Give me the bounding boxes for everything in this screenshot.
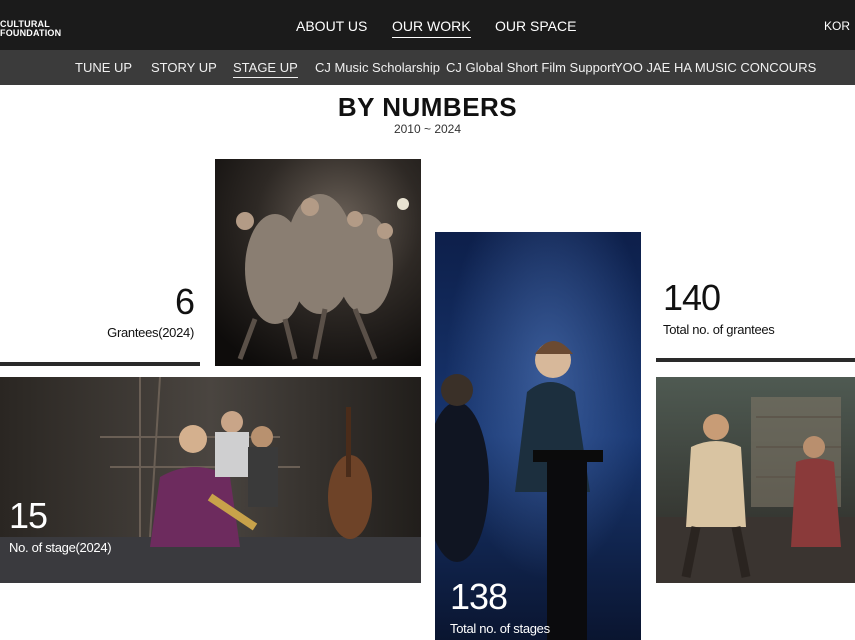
section-title: BY NUMBERS xyxy=(337,92,518,122)
stat-stages-2024-value: 15 xyxy=(9,495,48,536)
stat-grantees-2024-value: 6 xyxy=(174,281,195,322)
subnav-cj-music-scholarship[interactable]: CJ Music Scholarship xyxy=(315,60,440,75)
stat-grantees-2024: 6 Grantees(2024) xyxy=(0,281,195,341)
nav-our-work[interactable]: OUR WORK xyxy=(392,18,471,38)
stat-total-stages-label: Total no. of stages xyxy=(450,621,550,636)
stat-total-stages-value: 138 xyxy=(450,576,508,617)
stat-total-grantees: 140 Total no. of grantees xyxy=(663,277,775,338)
stat-divider-right xyxy=(656,358,855,362)
stat-total-grantees-value: 140 xyxy=(663,277,721,318)
cultural-foundation-logo[interactable]: CULTURAL FOUNDATION xyxy=(0,20,61,38)
stat-total-stages: 138 Total no. of stages xyxy=(450,576,550,637)
subnav-story-up[interactable]: STORY UP xyxy=(151,60,217,75)
top-navigation-bar: CULTURAL FOUNDATION ABOUT US OUR WORK OU… xyxy=(0,0,855,50)
subnav-yoo-jae-ha-music-concours[interactable]: YOO JAE HA MUSIC CONCOURS xyxy=(614,60,816,75)
stat-stages-2024: 15 No. of stage(2024) xyxy=(9,495,112,556)
stat-stages-2024-label: No. of stage(2024) xyxy=(9,540,112,555)
subnav-tune-up[interactable]: TUNE UP xyxy=(75,60,132,75)
subnav-cj-global-short-film-support[interactable]: CJ Global Short Film Support xyxy=(446,60,615,75)
stat-divider-left xyxy=(0,362,200,366)
logo-line-2: FOUNDATION xyxy=(0,28,62,38)
stat-grantees-2024-label: Grantees(2024) xyxy=(107,325,194,340)
language-toggle[interactable]: KOR xyxy=(824,19,850,33)
nav-our-space[interactable]: OUR SPACE xyxy=(495,18,576,34)
photo-theater-scene xyxy=(656,377,855,583)
stat-total-grantees-label: Total no. of grantees xyxy=(663,322,775,337)
sub-navigation-bar: TUNE UP STORY UP STAGE UP CJ Music Schol… xyxy=(0,50,855,85)
nav-about-us[interactable]: ABOUT US xyxy=(296,18,367,34)
photo-dance-ensemble xyxy=(215,159,421,366)
section-period: 2010 ~ 2024 xyxy=(393,122,462,136)
subnav-stage-up[interactable]: STAGE UP xyxy=(233,60,298,78)
